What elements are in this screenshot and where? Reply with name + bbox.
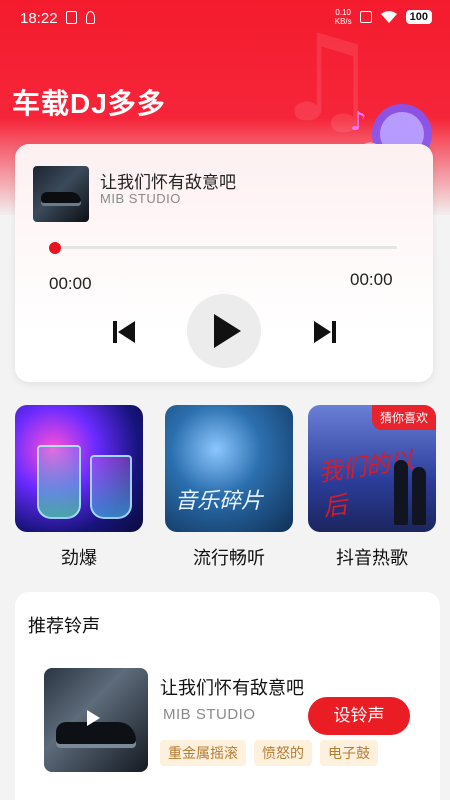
svg-text:♪: ♪ <box>350 107 367 137</box>
status-bar: 18:22 0.10 KB/s 100 <box>0 0 450 36</box>
play-icon <box>214 314 241 348</box>
total-time: 00:00 <box>350 270 393 289</box>
wifi-icon <box>380 11 397 23</box>
category-thumbnail[interactable] <box>15 405 143 532</box>
battery-indicator: 100 <box>405 10 432 24</box>
song-artist: MIB STUDIO <box>100 191 181 206</box>
progress-handle[interactable] <box>49 242 61 254</box>
progress-bar[interactable] <box>55 246 397 249</box>
status-time: 18:22 <box>20 10 58 27</box>
category-card-jinbao[interactable]: 劲爆 <box>15 405 143 570</box>
usb-icon <box>86 11 95 24</box>
tag[interactable]: 愤怒的 <box>254 740 312 766</box>
figure-silhouette <box>412 467 426 525</box>
dnd-icon <box>359 11 372 23</box>
play-button[interactable] <box>187 294 261 368</box>
thumbnail-art-text: 音乐碎片 <box>175 489 264 514</box>
ringtone-artist: MIB STUDIO <box>163 706 256 723</box>
category-card-liuxing[interactable]: 音乐碎片 流行畅听 <box>165 405 293 570</box>
tag[interactable]: 重金属摇滚 <box>160 740 246 766</box>
category-thumbnail[interactable]: 我们的以后 猜你喜欢 <box>308 405 436 532</box>
tag-list: 重金属摇滚 愤怒的 电子鼓 <box>160 740 378 766</box>
play-icon[interactable] <box>87 710 100 726</box>
category-card-douyin[interactable]: 我们的以后 猜你喜欢 抖音热歌 <box>308 405 436 570</box>
now-playing-card: 让我们怀有敌意吧 MIB STUDIO 00:00 00:00 <box>15 144 433 382</box>
section-title: 推荐铃声 <box>28 616 100 636</box>
network-speed: 0.10 KB/s <box>334 8 352 26</box>
sim-icon <box>66 11 77 24</box>
ringtone-title: 让我们怀有敌意吧 <box>160 678 304 698</box>
skip-next-icon[interactable] <box>311 318 339 346</box>
recommend-section: 推荐铃声 让我们怀有敌意吧 MIB STUDIO 设铃声 重金属摇滚 愤怒的 电… <box>15 592 440 800</box>
app-title: 车载DJ多多 <box>12 88 166 119</box>
figure-silhouette <box>394 460 408 525</box>
category-label: 流行畅听 <box>193 548 265 568</box>
album-cover[interactable] <box>33 166 89 222</box>
category-thumbnail[interactable]: 音乐碎片 <box>165 405 293 532</box>
song-title: 让我们怀有敌意吧 <box>100 173 236 192</box>
current-time: 00:00 <box>49 274 92 293</box>
set-ringtone-button[interactable]: 设铃声 <box>308 697 410 735</box>
skip-previous-icon[interactable] <box>110 318 138 346</box>
category-label: 劲爆 <box>61 548 97 568</box>
category-label: 抖音热歌 <box>336 548 408 568</box>
tag[interactable]: 电子鼓 <box>320 740 378 766</box>
guess-you-like-badge: 猜你喜欢 <box>371 405 436 430</box>
